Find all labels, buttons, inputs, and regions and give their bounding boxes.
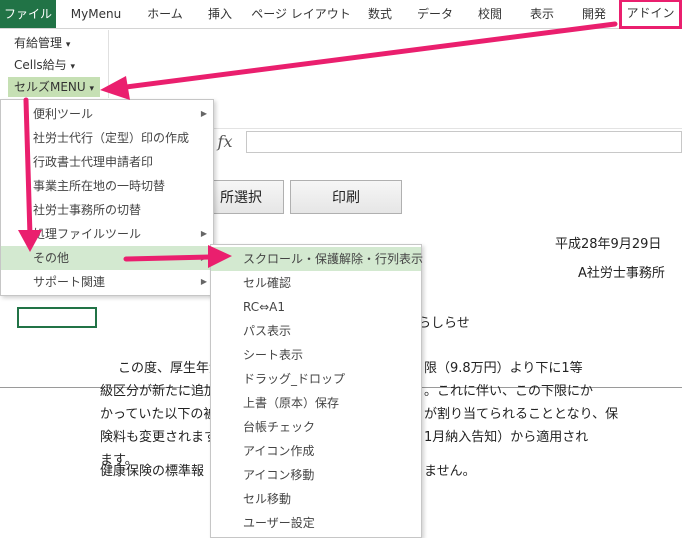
- annotation-arrows: [18, 21, 618, 268]
- arrow-other-to-submenu: [123, 254, 213, 262]
- arrow-menu-to-other: [23, 97, 33, 239]
- arrowhead-other-to-submenu: [208, 245, 232, 268]
- arrowhead-addin-to-menu: [100, 76, 130, 100]
- arrow-addin-to-menu: [115, 21, 618, 91]
- arrowhead-menu-to-other: [18, 230, 42, 252]
